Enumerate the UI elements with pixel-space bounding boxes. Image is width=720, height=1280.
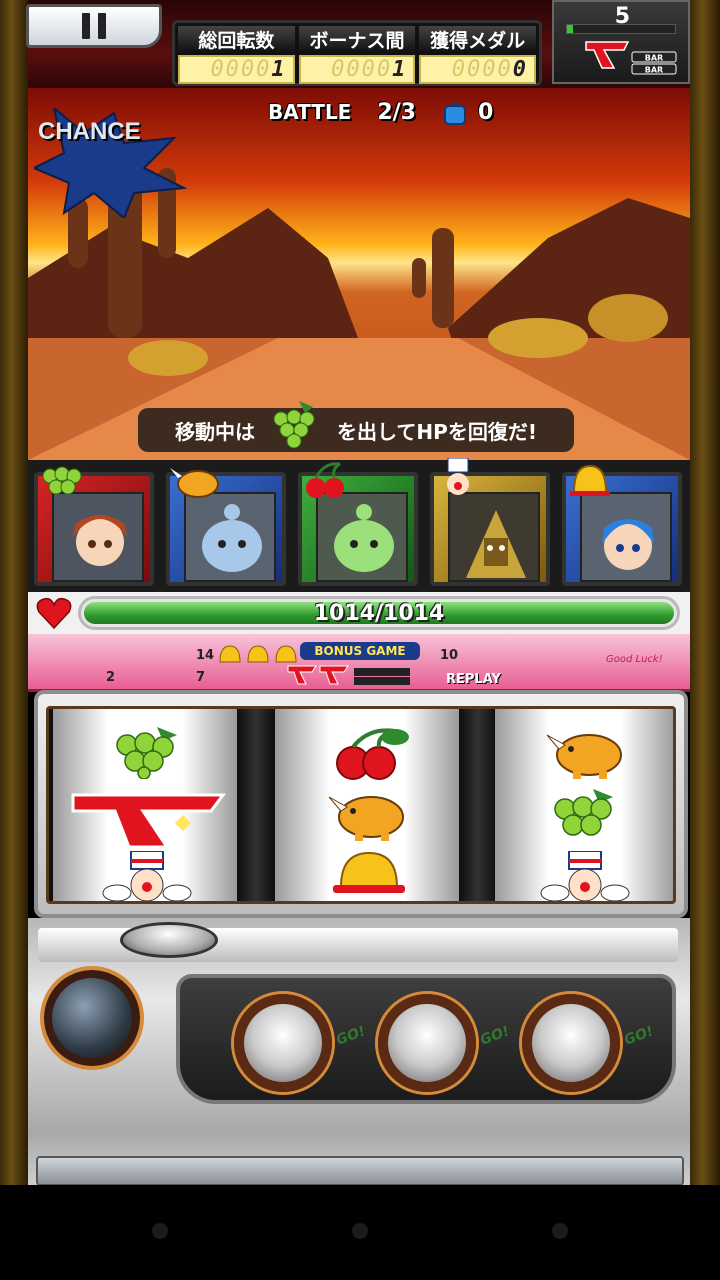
system-navbar <box>0 1185 720 1280</box>
grape-icon <box>554 789 613 836</box>
battle-label: BATTLE <box>268 100 352 124</box>
stop-button-center[interactable] <box>378 994 476 1092</box>
hint-text-before: 移動中は <box>175 419 256 444</box>
stop-button-panel: GO! GO! GO! <box>176 974 676 1104</box>
reel-center <box>275 709 459 901</box>
medals-label: 獲得メダル <box>419 26 537 52</box>
hp-value: 1014/1014 <box>313 601 445 626</box>
go-label: GO! <box>334 1023 368 1049</box>
character-sphinx-icon <box>466 510 526 578</box>
pause-button[interactable] <box>26 4 162 48</box>
go-label: GO! <box>478 1023 512 1049</box>
chance-label: CHANCE <box>38 118 141 145</box>
battle-progress: 2/3 <box>377 99 416 125</box>
home-icon[interactable] <box>352 1223 368 1239</box>
svg-text:BAR: BAR <box>645 54 663 63</box>
character-card-3[interactable] <box>298 462 418 586</box>
total-spins-label: 総回転数 <box>178 26 295 52</box>
party-cards <box>28 458 690 592</box>
bag-icon <box>443 102 466 125</box>
left-frame <box>0 0 28 1185</box>
character-ghost-green-icon <box>334 504 394 572</box>
reel-separator <box>239 709 273 901</box>
item-count: 0 <box>477 99 494 125</box>
battle-info: BATTLE 2/3 0 <box>268 98 493 126</box>
bonus-interval-value: 0000 1 <box>298 55 416 84</box>
rhino-icon <box>170 468 219 498</box>
credit-meter <box>566 24 676 34</box>
clown-icon <box>102 851 192 901</box>
hp-row: 1014/1014 <box>28 592 690 634</box>
bell-icon <box>333 851 405 893</box>
character-ghost-blue-icon <box>202 504 262 572</box>
character-girl-bunny-icon <box>602 519 654 570</box>
hint-message: 移動中は を出してHPを回復だ! <box>138 401 574 452</box>
bottom-plate <box>36 1156 684 1186</box>
bonus-interval-counter: ボーナス間 0000 1 <box>298 26 416 84</box>
total-spins-counter: 総回転数 0000 1 <box>178 26 295 84</box>
reel-window <box>46 706 676 904</box>
bonus-interval-label: ボーナス間 <box>298 26 416 52</box>
grape-icon <box>273 401 315 449</box>
seven-bar-logo-icon: BAR BAR <box>585 41 677 75</box>
character-card-1[interactable] <box>34 466 154 586</box>
payout-num-top: 14 <box>196 648 215 663</box>
back-icon[interactable] <box>152 1223 168 1239</box>
cabinet: GO! GO! GO! <box>28 918 690 1186</box>
payout-num-grape: 7 <box>196 670 206 685</box>
payout-num-cherry: 2 <box>106 670 116 685</box>
bell-icon <box>570 464 610 496</box>
reel-left <box>53 709 237 901</box>
hp-bar: 1014/1014 <box>78 596 680 630</box>
heart-icon <box>36 597 72 630</box>
hint-text-after: を出してHPを回復だ! <box>337 419 537 444</box>
character-girl-fox-icon <box>72 515 128 566</box>
recents-icon[interactable] <box>552 1223 568 1239</box>
cherry-icon <box>336 728 409 780</box>
seven-icon <box>71 793 226 849</box>
stop-button-right[interactable] <box>522 994 620 1092</box>
grape-icon <box>116 727 177 779</box>
payout-num-right: 10 <box>440 648 459 663</box>
svg-text:BAR: BAR <box>645 66 663 75</box>
total-spins-value: 0000 1 <box>178 55 295 84</box>
character-card-5[interactable] <box>562 464 682 586</box>
cherry-icon <box>306 462 344 498</box>
credit-box: 5 BAR BAR <box>552 0 690 84</box>
replay-label: REPLAY <box>446 672 501 687</box>
stop-button-left[interactable] <box>234 994 332 1092</box>
reel-frame <box>34 690 688 918</box>
counters-panel: 総回転数 0000 1 ボーナス間 0000 1 獲得メダル 0000 0 <box>172 20 542 86</box>
bonus-game-title: BONUS GAME <box>300 642 420 660</box>
reel-separator <box>461 709 495 901</box>
grape-icon <box>42 466 82 495</box>
good-luck-text: Good Luck! <box>606 654 663 665</box>
start-lever[interactable] <box>44 970 140 1066</box>
medals-value: 0000 0 <box>419 55 537 84</box>
medals-counter: 獲得メダル 0000 0 <box>419 26 537 84</box>
right-frame <box>690 0 720 1185</box>
clown-icon <box>540 851 630 901</box>
clown-icon <box>447 458 469 495</box>
battle-scene: CHANCE BATTLE 2/3 0 移動中は を出してHPを回復だ! <box>28 88 690 460</box>
payout-table: 14 2 7 BONUS GAME 10 REPLAY Good Luck! <box>28 634 690 692</box>
max-bet-button[interactable] <box>120 922 218 958</box>
rhino-icon <box>328 796 404 841</box>
character-card-2[interactable] <box>166 468 286 586</box>
pause-icon <box>82 13 90 39</box>
character-card-4[interactable] <box>430 458 550 586</box>
reel-right <box>495 709 673 901</box>
seven-row-icon <box>287 665 410 685</box>
rhino-icon <box>546 734 622 779</box>
go-label: GO! <box>622 1023 656 1049</box>
